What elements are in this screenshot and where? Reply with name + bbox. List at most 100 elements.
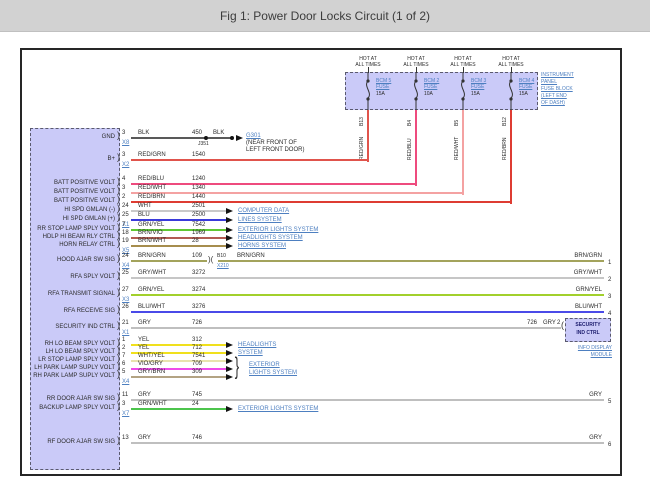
system-link[interactable]: HORNS SYSTEM — [238, 243, 286, 250]
system-link[interactable]: EXTERIOR LIGHTS SYSTEM — [238, 406, 318, 413]
module-pin-label: RR DOOR AJAR SW SIG — [28, 396, 115, 403]
system-link[interactable]: EXTERIOR LIGHTS SYSTEM — [238, 227, 318, 234]
system-link[interactable]: HEADLIGHTS — [238, 342, 276, 349]
connector-link[interactable]: X2 — [122, 162, 129, 169]
wire-line — [131, 201, 512, 203]
wire-line — [131, 219, 226, 221]
inline-connector-link[interactable]: X210 — [217, 263, 229, 269]
wire-color-label: BLU — [138, 212, 150, 219]
wire-color-label: RED/BLU — [138, 176, 164, 183]
connector-link[interactable]: X1 — [122, 330, 129, 337]
module-pin-label: HORN RELAY CTRL — [28, 242, 115, 249]
fuse-block-note-line[interactable]: PANEL — [541, 79, 557, 85]
system-arrow-icon — [226, 406, 233, 412]
circuit-number: 726 — [527, 320, 537, 327]
wire-color-label: BRN/GRN — [138, 253, 166, 260]
connector-link[interactable]: X4 — [122, 263, 129, 270]
right-pin-number: 5 — [608, 399, 611, 406]
system-arrow-icon — [226, 208, 233, 214]
system-arrow-icon — [226, 358, 233, 364]
pin-number: 7 — [122, 353, 125, 360]
wire-line — [131, 159, 369, 161]
security-box-line: SECURITY — [565, 322, 611, 328]
wire-color-label: RED/BRN — [138, 194, 165, 201]
wire-color-label: GRY — [138, 392, 151, 399]
system-link[interactable]: SYSTEM — [238, 350, 263, 357]
wire-color-label: GRY — [138, 435, 151, 442]
junction-label: J351 — [198, 141, 209, 147]
diagram-canvas: INSTRUMENTPANELFUSE BLOCK(LEFT ENDOF DAS… — [0, 0, 650, 489]
wire-color-label: GRN/YEL — [138, 222, 164, 229]
fuse-pin-label: B4 — [407, 111, 413, 126]
pin-bracket: ) — [117, 288, 120, 297]
module-pin-label: RFA RECEIVE SIG — [28, 308, 115, 315]
wire-color-label: GRY/WHT — [138, 270, 166, 277]
pin-bracket: ) — [117, 131, 120, 140]
module-pin-label: RH LO BEAM SPLY VOLT — [28, 341, 115, 348]
module-pin-label: RH PARK LAMP SUPLY VOLT — [28, 373, 115, 380]
connector-link[interactable]: X7 — [122, 411, 129, 418]
fuse-block-note-line[interactable]: INSTRUMENT — [541, 72, 574, 78]
inline-connector-pin: B10 — [217, 253, 226, 259]
pin-number: 1 — [122, 337, 125, 344]
circuit-number: 1969 — [192, 230, 205, 237]
fuse-icon — [505, 73, 517, 111]
circuit-number: 309 — [192, 369, 202, 376]
system-link[interactable]: COMPUTER DATA — [238, 208, 289, 215]
fuse-feed-wire — [415, 110, 417, 186]
connector-link[interactable]: X8 — [122, 140, 129, 147]
wire-line — [131, 327, 561, 329]
module-pin-label: HI SPD GMLAN (-) — [28, 207, 115, 214]
system-link[interactable]: HEADLIGHTS SYSTEM — [238, 235, 303, 242]
circuit-number: 3274 — [192, 287, 205, 294]
wire-color-label: YEL — [138, 345, 149, 352]
info-display-module-link[interactable]: INFO DISPLAY — [540, 345, 612, 351]
wire-line — [218, 260, 604, 262]
wire-line — [131, 260, 207, 262]
circuit-number: 1540 — [192, 152, 205, 159]
system-link[interactable]: LINES SYSTEM — [238, 217, 282, 224]
fuse-feed-wire — [510, 110, 512, 204]
fuse-block-note-line[interactable]: FUSE BLOCK — [541, 86, 573, 92]
wire-color-label: WHT/YEL — [138, 353, 165, 360]
fuse-block-note-line[interactable]: (LEFT END — [541, 93, 567, 99]
ground-arrow-icon — [236, 135, 243, 141]
circuit-number: 2501 — [192, 203, 205, 210]
connector-link[interactable]: X3 — [122, 297, 129, 304]
pin-number: 13 — [122, 435, 129, 442]
circuit-number: 109 — [192, 253, 202, 260]
module-pin-label: LR STOP LAMP SPLY VOLT — [28, 357, 115, 364]
circuit-number: 7542 — [192, 222, 205, 229]
module-pin-label: LH LO BEAM SPLY VOLT — [28, 349, 115, 356]
wire-color-label: GRN/WHT — [138, 401, 167, 408]
circuit-number: 726 — [192, 320, 202, 327]
system-link[interactable]: LIGHTS SYSTEM — [249, 370, 297, 377]
fuse-block-note-line[interactable]: OF DASH) — [541, 100, 565, 106]
right-pin-number: 4 — [608, 311, 611, 318]
pin-bracket: ) — [117, 305, 120, 314]
circuit-number: 1440 — [192, 194, 205, 201]
ground-location-line: (NEAR FRONT OF — [246, 140, 297, 147]
wire-color-label: VIO/GRY — [138, 361, 163, 368]
fuse-name-line[interactable]: FUSE — [471, 84, 484, 90]
wire-color-label: BRN/GRN — [237, 253, 265, 260]
wire-line — [131, 192, 464, 194]
circuit-number: 24 — [192, 401, 199, 408]
right-wire-label: GRN/YEL — [502, 287, 602, 294]
module-pin-label: LH PARK LAMP SUPLY VOLT — [28, 365, 115, 372]
connector-link[interactable]: X4 — [122, 379, 129, 386]
pin-number: 4 — [122, 176, 125, 183]
fuse-name-line[interactable]: FUSE — [519, 84, 532, 90]
module-pin-label: B+ — [28, 156, 115, 163]
ground-link[interactable]: G301 — [246, 133, 261, 140]
info-display-module-link[interactable]: MODULE — [540, 352, 612, 358]
pin-number: 2 — [122, 194, 125, 201]
right-wire-label: GRY — [502, 392, 602, 399]
pin-number: 11 — [122, 392, 128, 399]
system-link[interactable]: EXTERIOR — [249, 362, 280, 369]
fuse-name-line[interactable]: FUSE — [424, 84, 437, 90]
pin-number: 19 — [122, 238, 129, 245]
fuse-rating: 10A — [424, 91, 433, 97]
fuse-name-line[interactable]: FUSE — [376, 84, 389, 90]
module-pin-label: RFA TRANSMIT SIGNAL — [28, 291, 115, 298]
